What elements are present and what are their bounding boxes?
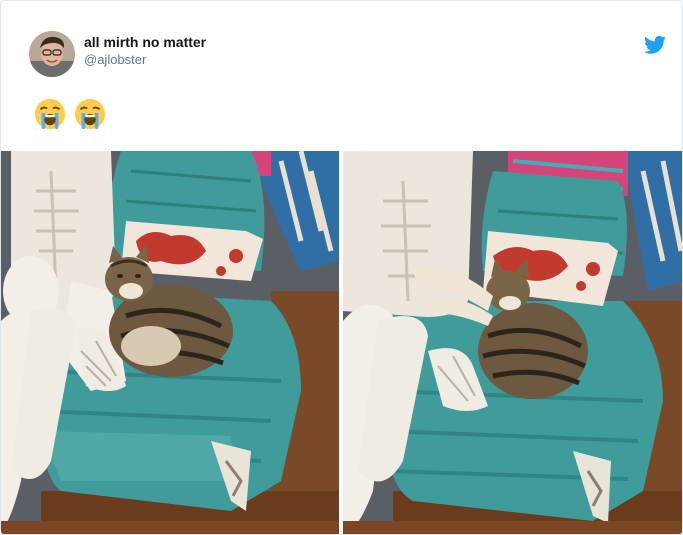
photo-cat-stretching[interactable] — [343, 151, 682, 534]
loudly-crying-face-icon — [74, 98, 106, 130]
loudly-crying-face-icon — [34, 98, 66, 130]
tweet-header: all mirth no matter @ajlobster — [29, 31, 669, 77]
tweet-text — [33, 97, 107, 131]
tweet-card: all mirth no matter @ajlobster — [0, 0, 683, 535]
photo-cat-curled[interactable] — [1, 151, 339, 534]
author-names: all mirth no matter @ajlobster — [84, 33, 206, 68]
user-handle[interactable]: @ajlobster — [84, 51, 206, 68]
avatar[interactable] — [29, 31, 75, 77]
tweet-media — [1, 151, 682, 534]
display-name[interactable]: all mirth no matter — [84, 33, 206, 51]
twitter-bird-icon[interactable] — [644, 35, 666, 55]
